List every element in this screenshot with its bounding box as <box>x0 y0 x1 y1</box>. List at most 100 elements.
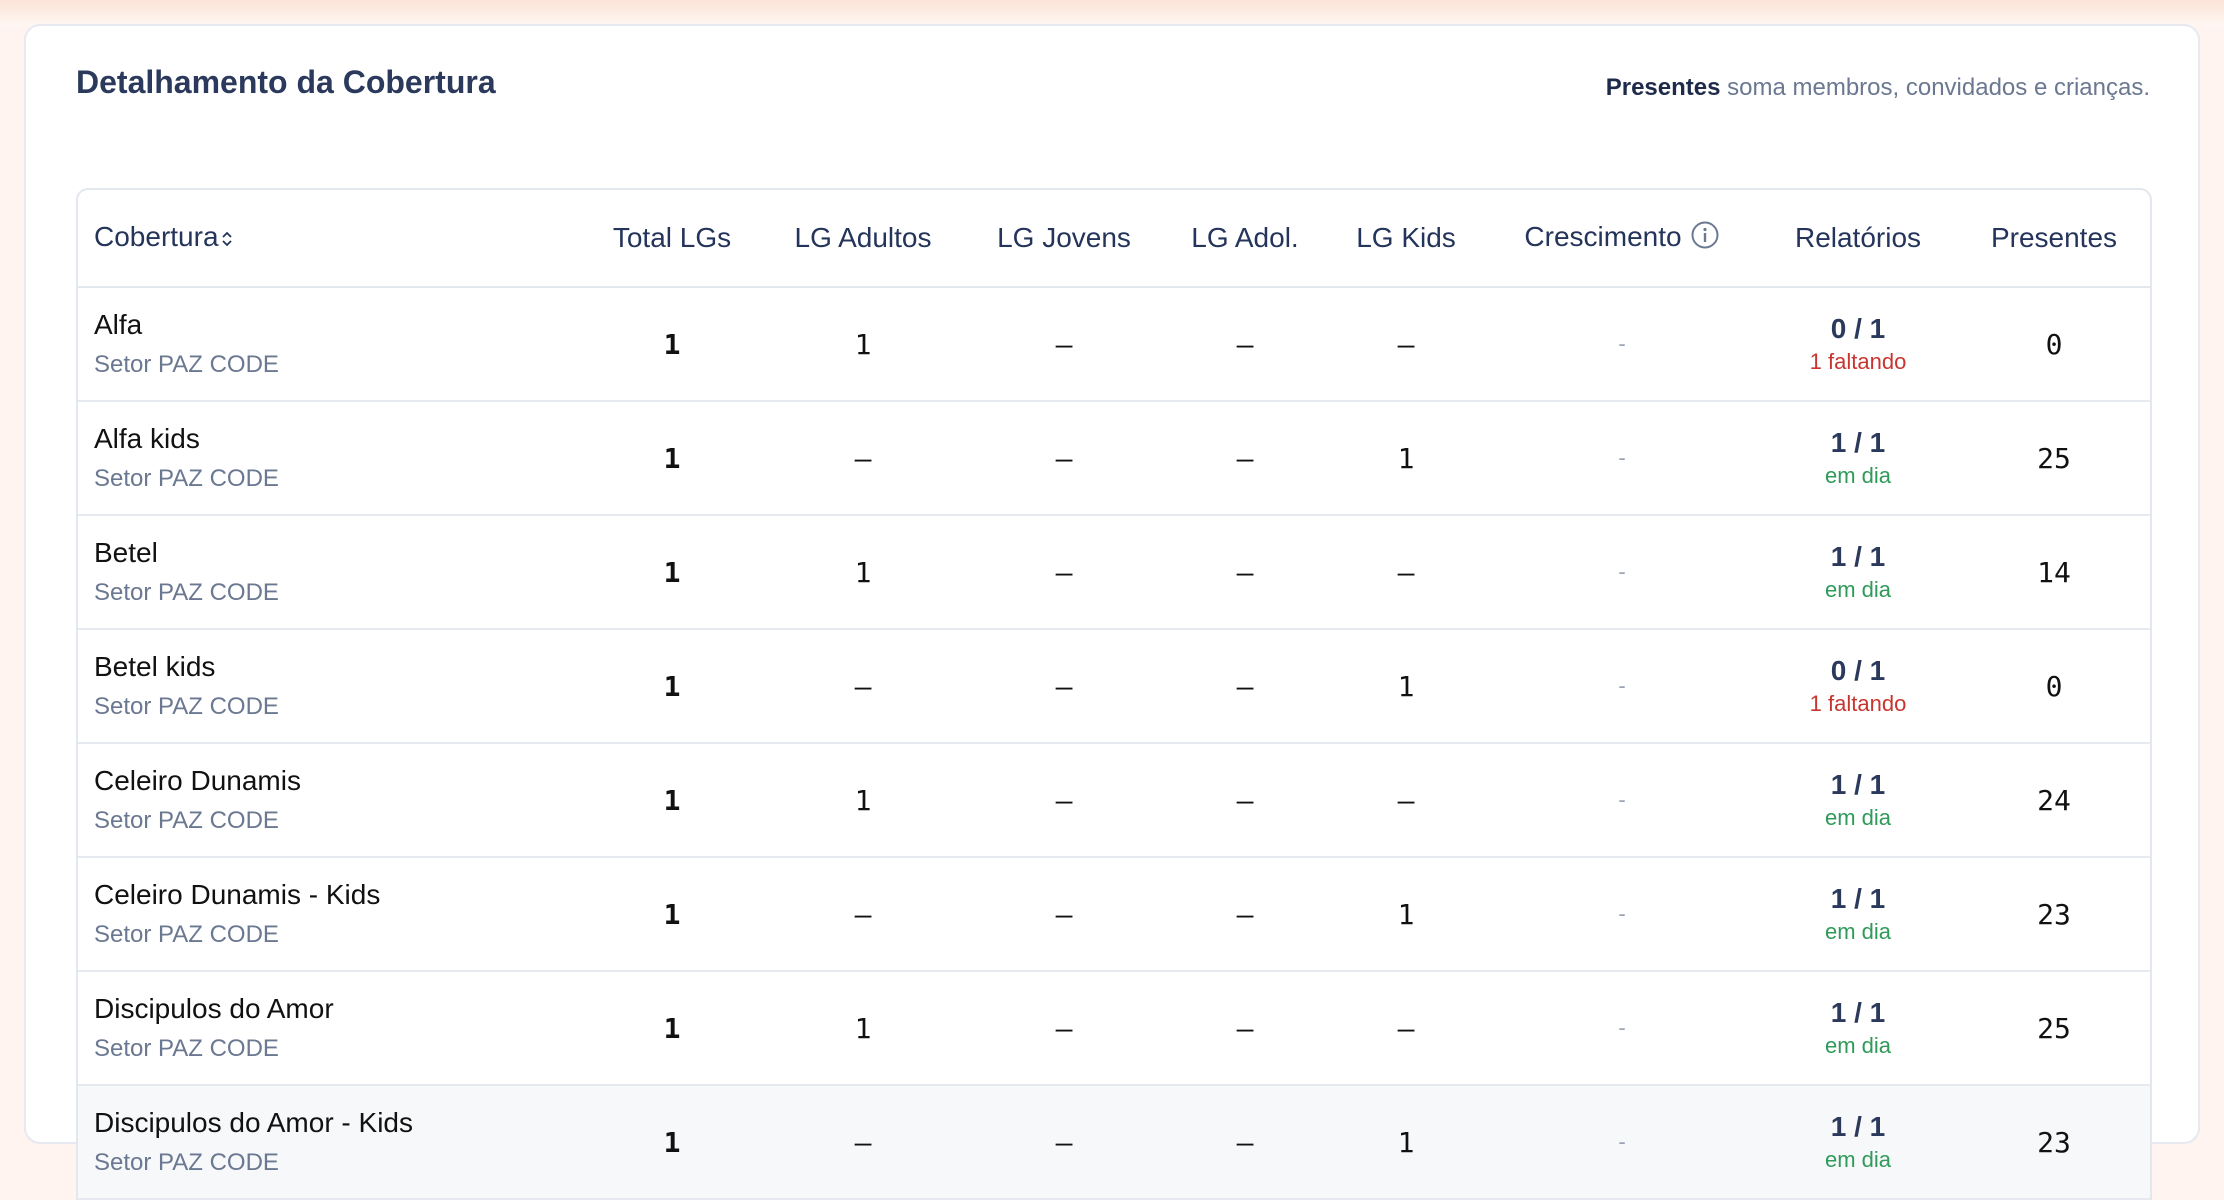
sort-icon[interactable] <box>221 223 233 255</box>
cell-total-lgs: 1 <box>663 327 681 361</box>
table-header-row: Cobertura Total LGs LG Adultos LG Jovens… <box>78 190 2150 288</box>
cell-presentes: 14 <box>2037 555 2071 589</box>
relatorios-status: 1 faltando <box>1809 349 1907 374</box>
col-total-lgs: Total LGs <box>584 190 760 288</box>
cell-lg-jovens: – <box>1055 1011 1073 1045</box>
coverage-card: Detalhamento da Cobertura Presentes soma… <box>24 24 2200 1200</box>
table-row[interactable]: Betel Setor PAZ CODE 1 1 – – – - 1 / 1 em dia 14 <box>78 515 2150 629</box>
cell-cobertura: Betel kids Setor PAZ CODE <box>78 629 584 743</box>
cell-lg-kids: 1 <box>1397 441 1415 475</box>
relatorios-status: em dia <box>1824 805 1892 830</box>
relatorios-count: 0 / 1 <box>1830 655 1886 686</box>
relatorios-status: em dia <box>1824 577 1892 602</box>
cell-total-lgs: 1 <box>663 669 681 703</box>
cell-presentes: 25 <box>2037 441 2071 475</box>
cell-presentes: 24 <box>2037 783 2071 817</box>
cell-lg-adultos: – <box>854 1125 872 1159</box>
cell-lg-adultos: 1 <box>854 783 872 817</box>
table-row[interactable]: Alfa kids Setor PAZ CODE 1 – – – 1 - 1 / 1 em dia… <box>78 401 2150 515</box>
table-row[interactable]: Celeiro Dunamis Setor PAZ CODE 1 1 – – – - 1 / 1… <box>78 743 2150 857</box>
relatorios-count: 1 / 1 <box>1830 1111 1886 1142</box>
relatorios-status: em dia <box>1824 919 1892 944</box>
cell-relatorios: 1 / 1 em dia <box>1760 1085 1956 1199</box>
coverage-name: Betel <box>94 537 158 568</box>
cell-lg-jovens: – <box>1055 555 1073 589</box>
relatorios-status: em dia <box>1824 1033 1892 1058</box>
col-crescimento: Crescimento <box>1484 190 1760 288</box>
cell-crescimento: - <box>1618 901 1626 926</box>
presentes-note-bold: Presentes <box>1605 74 1721 101</box>
cell-relatorios: 1 / 1 em dia <box>1760 401 1956 515</box>
cell-cobertura: Betel Setor PAZ CODE <box>78 515 584 629</box>
cell-crescimento: - <box>1618 331 1626 356</box>
cell-lg-jovens: – <box>1055 783 1073 817</box>
cell-total-lgs: 1 <box>663 897 681 931</box>
coverage-name: Discipulos do Amor - Kids <box>94 1107 414 1138</box>
cell-presentes: 23 <box>2037 1125 2071 1159</box>
relatorios-count: 0 / 1 <box>1830 313 1886 344</box>
cell-lg-kids: – <box>1397 555 1415 589</box>
coverage-sector: Setor PAZ CODE <box>94 693 279 720</box>
coverage-table: Cobertura Total LGs LG Adultos LG Jovens… <box>76 188 2152 1200</box>
info-icon[interactable] <box>1690 220 1720 257</box>
col-crescimento-label: Crescimento <box>1524 220 1682 252</box>
cell-lg-jovens: – <box>1055 897 1073 931</box>
cell-relatorios: 0 / 1 1 faltando <box>1760 287 1956 401</box>
relatorios-count: 1 / 1 <box>1830 541 1886 572</box>
cell-lg-jovens: – <box>1055 669 1073 703</box>
cell-lg-adultos: – <box>854 669 872 703</box>
relatorios-count: 1 / 1 <box>1830 427 1886 458</box>
col-lg-adol: LG Adol. <box>1162 190 1328 288</box>
cell-lg-kids: – <box>1397 783 1415 817</box>
coverage-name: Alfa kids <box>94 423 200 454</box>
cell-relatorios: 1 / 1 em dia <box>1760 857 1956 971</box>
cell-lg-kids: – <box>1397 327 1415 361</box>
cell-cobertura: Alfa kids Setor PAZ CODE <box>78 401 584 515</box>
relatorios-count: 1 / 1 <box>1830 883 1886 914</box>
relatorios-status: em dia <box>1824 463 1892 488</box>
relatorios-status: 1 faltando <box>1809 691 1907 716</box>
col-presentes: Presentes <box>1956 190 2150 288</box>
coverage-name: Celeiro Dunamis <box>94 765 301 796</box>
table-row[interactable]: Discipulos do Amor Setor PAZ CODE 1 1 – – – - 1 … <box>78 971 2150 1085</box>
cell-presentes: 0 <box>2045 327 2063 361</box>
table-row[interactable]: Discipulos do Amor - Kids Setor PAZ CODE 1… <box>78 1085 2150 1199</box>
table-row[interactable]: Betel kids Setor PAZ CODE 1 – – – 1 - 0 / 1 1 fal… <box>78 629 2150 743</box>
relatorios-status: em dia <box>1824 1147 1892 1172</box>
cell-crescimento: - <box>1618 787 1626 812</box>
cell-lg-adultos: – <box>854 441 872 475</box>
cell-presentes: 23 <box>2037 897 2071 931</box>
cell-lg-adultos: 1 <box>854 1011 872 1045</box>
cell-lg-adol: – <box>1236 1125 1254 1159</box>
cell-lg-adol: – <box>1236 1011 1254 1045</box>
cell-total-lgs: 1 <box>663 1011 681 1045</box>
cell-crescimento: - <box>1618 445 1626 470</box>
cell-lg-adol: – <box>1236 327 1254 361</box>
table-row[interactable]: Celeiro Dunamis - Kids Setor PAZ CODE 1 – – –… <box>78 857 2150 971</box>
cell-total-lgs: 1 <box>663 441 681 475</box>
coverage-sector: Setor PAZ CODE <box>94 351 279 378</box>
cell-relatorios: 1 / 1 em dia <box>1760 971 1956 1085</box>
relatorios-count: 1 / 1 <box>1830 997 1886 1028</box>
cell-lg-adol: – <box>1236 897 1254 931</box>
cell-cobertura: Celeiro Dunamis Setor PAZ CODE <box>78 743 584 857</box>
relatorios-count: 1 / 1 <box>1830 769 1886 800</box>
col-lg-jovens: LG Jovens <box>966 190 1162 288</box>
cell-lg-adultos: 1 <box>854 327 872 361</box>
cell-lg-adol: – <box>1236 555 1254 589</box>
cell-cobertura: Discipulos do Amor Setor PAZ CODE <box>78 971 584 1085</box>
cell-total-lgs: 1 <box>663 555 681 589</box>
coverage-sector: Setor PAZ CODE <box>94 1035 279 1062</box>
cell-lg-adol: – <box>1236 441 1254 475</box>
cell-cobertura: Discipulos do Amor - Kids Setor PAZ CODE <box>78 1085 584 1199</box>
cell-lg-jovens: – <box>1055 1125 1073 1159</box>
cell-presentes: 25 <box>2037 1011 2071 1045</box>
cell-lg-kids: – <box>1397 1011 1415 1045</box>
coverage-name: Celeiro Dunamis - Kids <box>94 879 381 910</box>
table-row[interactable]: Alfa Setor PAZ CODE 1 1 – – – - 0 / 1 1 faltando 0 <box>78 287 2150 401</box>
cell-cobertura: Alfa Setor PAZ CODE <box>78 287 584 401</box>
cell-lg-adol: – <box>1236 783 1254 817</box>
col-cobertura[interactable]: Cobertura <box>78 190 584 288</box>
cell-relatorios: 0 / 1 1 faltando <box>1760 629 1956 743</box>
cell-presentes: 0 <box>2045 669 2063 703</box>
